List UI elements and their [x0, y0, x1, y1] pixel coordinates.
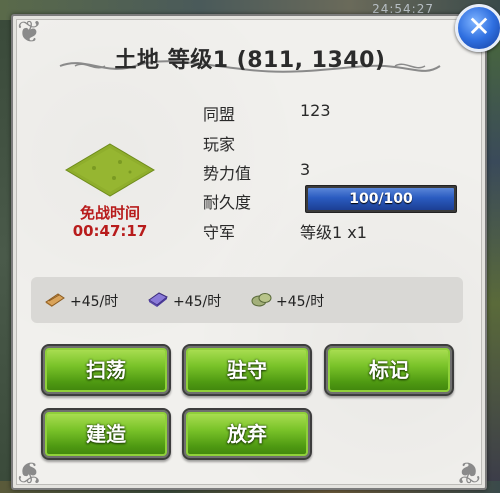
wood-icon	[45, 293, 65, 307]
durability-bar: 100/100	[305, 185, 457, 213]
iron-icon	[148, 292, 168, 307]
build-button[interactable]: 建造	[41, 408, 171, 460]
stone-icon	[251, 293, 272, 307]
corner-ornament-icon: ❦	[17, 15, 43, 50]
corner-ornament-icon: ❦	[455, 454, 481, 489]
wood-yield: +45/时	[70, 294, 119, 310]
stone-yield: +45/时	[276, 294, 325, 310]
dialog-title: 土地 等级1 (811, 1340)	[114, 48, 386, 73]
garrison-button[interactable]: 驻守	[182, 344, 312, 396]
sweep-button[interactable]: 扫荡	[41, 344, 171, 396]
grass-tile-icon	[65, 143, 155, 197]
dialog-header: 土地 等级1 (811, 1340)	[55, 34, 445, 80]
garrison-label: 守军	[203, 223, 236, 242]
player-label: 玩家	[203, 135, 236, 154]
durability-value: 100/100	[349, 191, 413, 207]
garrison-value: 等级1 x1	[300, 223, 367, 242]
close-icon: ✕	[467, 10, 491, 43]
alliance-label: 同盟	[203, 105, 236, 124]
mark-button[interactable]: 标记	[324, 344, 454, 396]
iron-yield: +45/时	[173, 294, 222, 310]
close-button[interactable]: ✕	[455, 4, 500, 52]
power-label: 势力值	[203, 164, 252, 183]
corner-ornament-icon: ❦	[17, 454, 43, 489]
world-background-right	[486, 20, 500, 493]
power-value: 3	[300, 160, 311, 179]
alliance-value: 123	[300, 101, 331, 120]
durability-label: 耐久度	[203, 193, 252, 212]
truce-label: 免战时间	[79, 204, 140, 222]
abandon-button[interactable]: 放弃	[182, 408, 312, 460]
truce-timer: 00:47:17	[72, 222, 148, 240]
